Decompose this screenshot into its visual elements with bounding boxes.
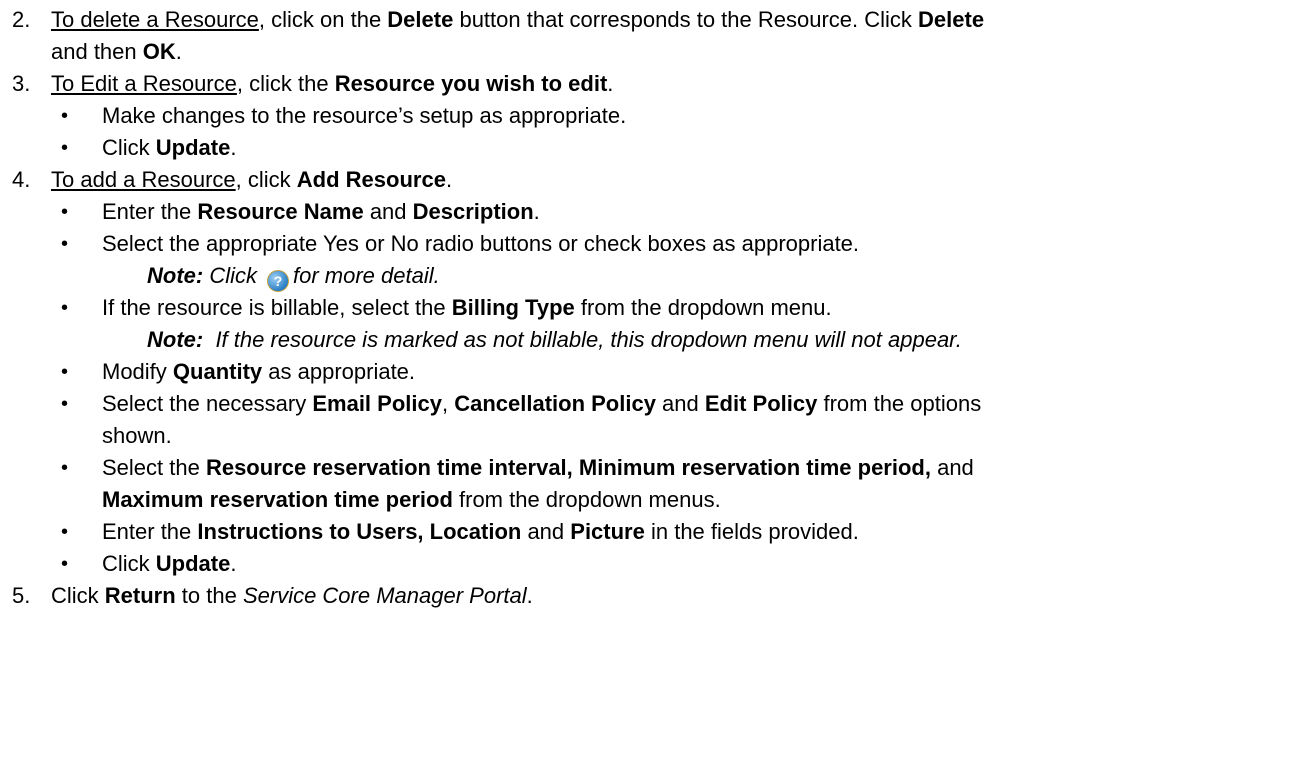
bullet: • <box>61 137 69 159</box>
step-number: 5. <box>12 583 31 608</box>
list-item: • If the resource is billable, select the… <box>0 292 1310 324</box>
list-item: • Enter the Instructions to Users, Locati… <box>0 516 1310 548</box>
edit-resource-heading: To Edit a Resource <box>51 71 237 96</box>
bullet: • <box>61 393 69 415</box>
bullet: • <box>61 361 69 383</box>
add-resource-heading: To add a Resource <box>51 167 236 192</box>
list-item: • Select the necessary Email Policy, Canc… <box>0 388 1310 420</box>
bullet: • <box>61 201 69 223</box>
list-item: • Click Update. <box>0 132 1310 164</box>
step-number: 3. <box>12 71 31 96</box>
step-2-line-2: and then OK. <box>51 39 182 64</box>
bullet: • <box>61 297 69 319</box>
step-number: 4. <box>12 167 31 192</box>
help-icon: ? <box>267 270 289 292</box>
step-number: 2. <box>12 7 31 32</box>
bullet: • <box>61 457 69 479</box>
step-4-line: 4. To add a Resource, click Add Resource. <box>0 164 1310 196</box>
list-item: • Select the Resource reservation time in… <box>0 452 1310 484</box>
step-3-line: 3. To Edit a Resource, click the Resource… <box>0 68 1310 100</box>
bullet: • <box>61 553 69 575</box>
list-item: • Click Update. <box>0 548 1310 580</box>
step-5-line: 5. Click Return to the Service Core Manag… <box>0 580 1310 612</box>
list-item: • Select the appropriate Yes or No radio … <box>0 228 1310 260</box>
list-item-continuation: shown. <box>102 423 172 448</box>
instructions-document: 2. To delete a Resource, click on the Del… <box>0 0 1310 612</box>
bullet: • <box>61 521 69 543</box>
list-item: • Make changes to the resource’s setup as… <box>0 100 1310 132</box>
bullet: • <box>61 105 69 127</box>
delete-resource-heading: To delete a Resource <box>51 7 259 32</box>
note-line: Note: Click? for more detail. <box>0 260 1310 292</box>
list-item: • Enter the Resource Name and Description… <box>0 196 1310 228</box>
note-line: Note: If the resource is marked as not b… <box>147 327 962 352</box>
list-item-continuation: Maximum reservation time period from the… <box>102 487 721 512</box>
bullet: • <box>61 233 69 255</box>
step-2-line-1: 2. To delete a Resource, click on the Del… <box>0 4 1310 36</box>
list-item: • Modify Quantity as appropriate. <box>0 356 1310 388</box>
